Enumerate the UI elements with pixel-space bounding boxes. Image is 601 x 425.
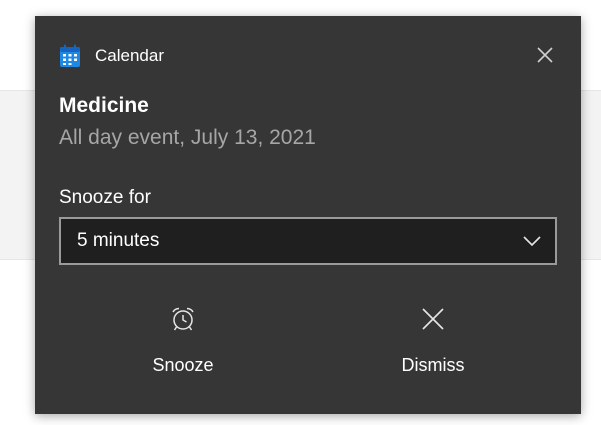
snooze-duration-select[interactable]: 5 minutes (59, 217, 557, 265)
event-time: All day event, July 13, 2021 (59, 126, 316, 149)
snooze-button-label: Snooze (152, 355, 214, 375)
snooze-button[interactable]: Snooze (93, 306, 273, 386)
close-icon (422, 308, 444, 330)
calendar-icon (60, 44, 80, 67)
toast-header: Calendar (59, 43, 164, 69)
close-icon (537, 47, 553, 63)
event-title: Medicine (59, 94, 149, 117)
snooze-label: Snooze for (59, 187, 151, 208)
snooze-duration-value: 5 minutes (77, 230, 160, 251)
close-button[interactable] (533, 43, 557, 67)
dismiss-button[interactable]: Dismiss (343, 306, 523, 386)
chevron-down-icon (523, 236, 541, 246)
calendar-reminder-toast: Calendar Medicine All day event, July 13… (35, 16, 581, 414)
app-name: Calendar (95, 46, 164, 65)
dismiss-button-label: Dismiss (401, 355, 465, 375)
alarm-clock-icon (172, 307, 194, 331)
